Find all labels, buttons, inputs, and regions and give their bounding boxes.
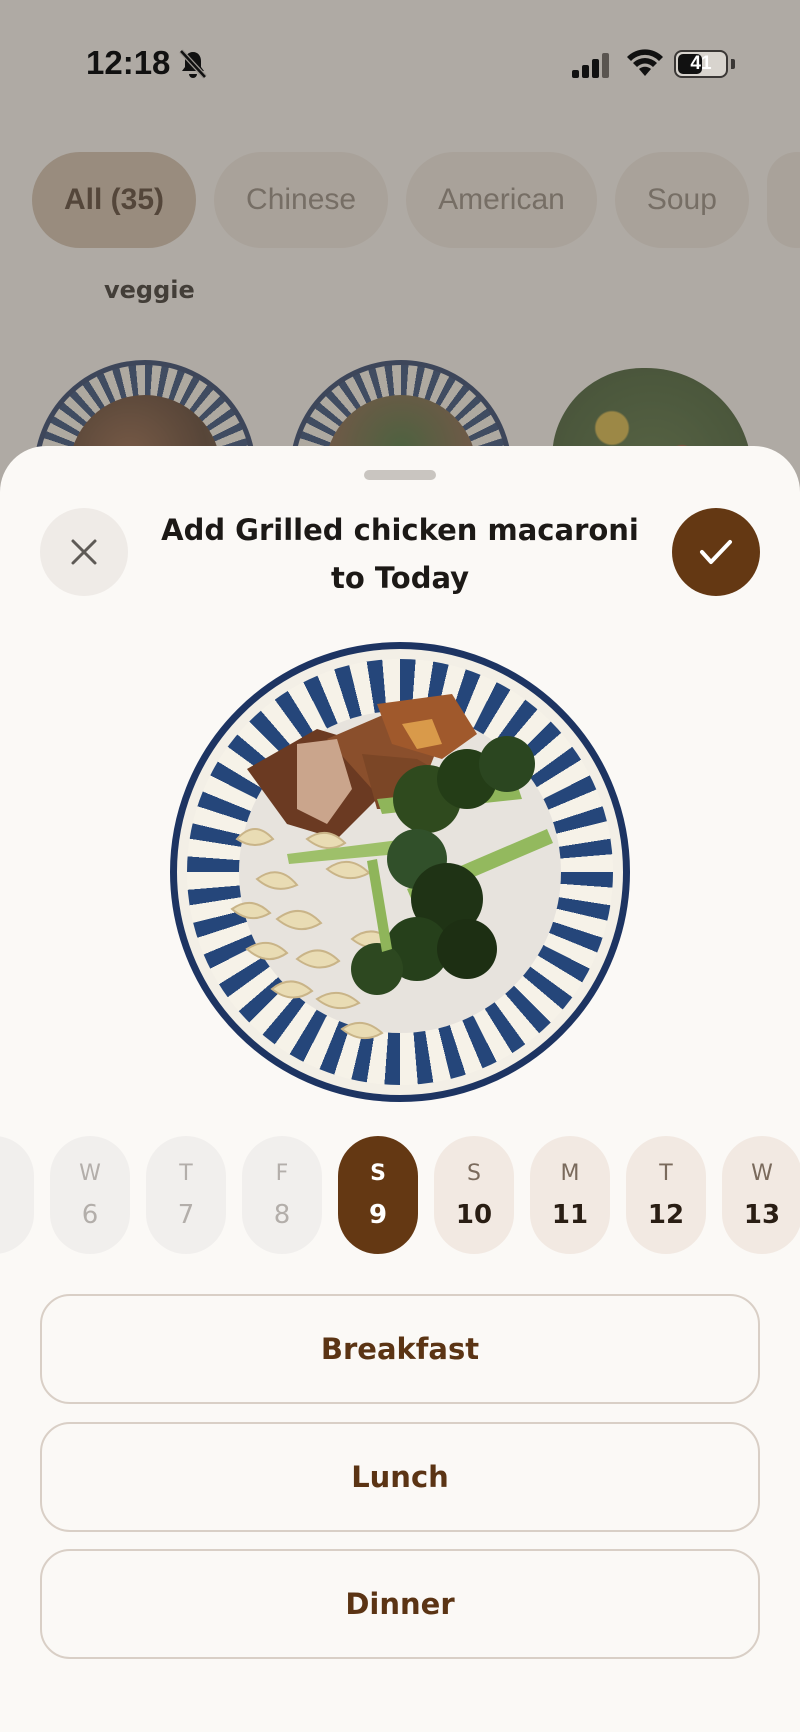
day-of-week: T	[659, 1160, 673, 1186]
wifi-icon	[627, 49, 663, 76]
day-of-week: W	[751, 1160, 773, 1186]
day-pill[interactable]: W 13	[722, 1136, 800, 1254]
day-pill[interactable]: W 6	[50, 1136, 130, 1254]
day-number: 13	[743, 1199, 781, 1230]
day-pill[interactable]: F 8	[242, 1136, 322, 1254]
dish-food-image	[230, 694, 553, 1040]
day-number: 7	[177, 1199, 195, 1230]
day-number: 10	[455, 1199, 493, 1230]
day-pill[interactable]: M 11	[530, 1136, 610, 1254]
day-pill[interactable]: T 7	[146, 1136, 226, 1254]
day-number: 9	[368, 1199, 388, 1230]
cellular-signal-icon	[572, 53, 609, 78]
battery-icon: 41	[674, 50, 728, 78]
day-of-week: M	[560, 1160, 580, 1186]
bell-muted-icon	[179, 49, 207, 79]
add-to-plan-sheet: Add Grilled chicken macaroni to Today W …	[0, 446, 800, 1732]
close-icon	[71, 539, 97, 565]
day-number: 8	[273, 1199, 291, 1230]
dinner-button[interactable]: Dinner	[40, 1549, 760, 1659]
sheet-title: Add Grilled chicken macaroni to Today	[160, 506, 640, 602]
day-of-week: F	[275, 1160, 289, 1186]
day-number: 6	[81, 1199, 99, 1230]
checkmark-icon	[700, 540, 732, 564]
close-button[interactable]	[40, 508, 128, 596]
dish-photo	[170, 642, 630, 1102]
day-pill-selected[interactable]: S 9	[338, 1136, 418, 1254]
battery-level: 41	[690, 53, 712, 74]
day-of-week: T	[179, 1160, 193, 1186]
day-number: 12	[647, 1199, 685, 1230]
breakfast-button[interactable]: Breakfast	[40, 1294, 760, 1404]
lunch-button[interactable]: Lunch	[40, 1422, 760, 1532]
day-pill[interactable]: S 10	[434, 1136, 514, 1254]
day-number: 11	[551, 1199, 589, 1230]
day-of-week: W	[79, 1160, 101, 1186]
day-of-week: S	[370, 1160, 386, 1186]
day-pill[interactable]: T 12	[626, 1136, 706, 1254]
status-time: 12:18	[86, 44, 171, 81]
day-pill-prev[interactable]	[0, 1136, 34, 1254]
sheet-title-line1: Add Grilled chicken macaroni	[161, 513, 639, 547]
day-of-week: S	[467, 1160, 481, 1186]
confirm-button[interactable]	[672, 508, 760, 596]
status-bar: 12:18 41	[0, 0, 800, 130]
day-selector: W 6 T 7 F 8 S 9 S 10 M 11 T 12 W 13	[0, 1136, 800, 1254]
sheet-title-line2: to Today	[330, 561, 470, 595]
sheet-grabber[interactable]	[364, 470, 436, 480]
